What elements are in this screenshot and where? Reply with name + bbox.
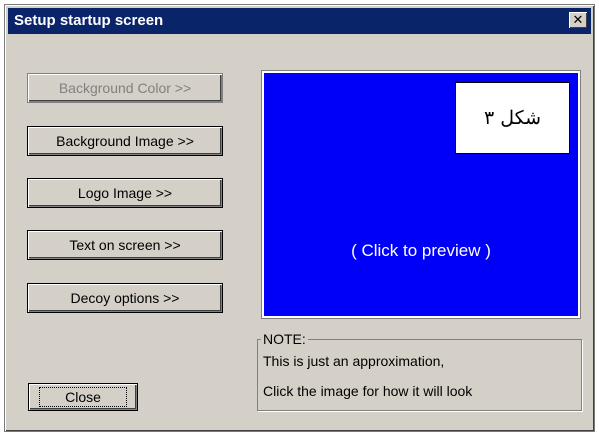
- preview-area[interactable]: شکل ۳ ( Click to preview ): [261, 70, 581, 319]
- note-group: NOTE: This is just an approximation, Cli…: [257, 331, 582, 411]
- decoy-options-button[interactable]: Decoy options >>: [27, 283, 223, 313]
- setup-dialog: Setup startup screen ✕ Background Color …: [4, 4, 595, 432]
- note-line-1: This is just an approximation,: [263, 353, 445, 369]
- window-title: Setup startup screen: [14, 12, 164, 29]
- background-color-button[interactable]: Background Color >>: [27, 73, 223, 103]
- preview-label: ( Click to preview ): [351, 241, 491, 260]
- logo-image-button[interactable]: Logo Image >>: [27, 178, 223, 208]
- note-legend: NOTE:: [261, 331, 308, 347]
- close-button[interactable]: Close: [28, 383, 138, 411]
- figure-label: شکل ۳: [455, 82, 570, 154]
- close-button-label: Close: [39, 387, 127, 407]
- text-on-screen-button[interactable]: Text on screen >>: [27, 230, 223, 260]
- title-bar[interactable]: Setup startup screen ✕: [8, 8, 591, 34]
- background-image-button[interactable]: Background Image >>: [27, 126, 223, 156]
- close-icon[interactable]: ✕: [569, 12, 587, 28]
- note-line-2: Click the image for how it will look: [263, 383, 473, 399]
